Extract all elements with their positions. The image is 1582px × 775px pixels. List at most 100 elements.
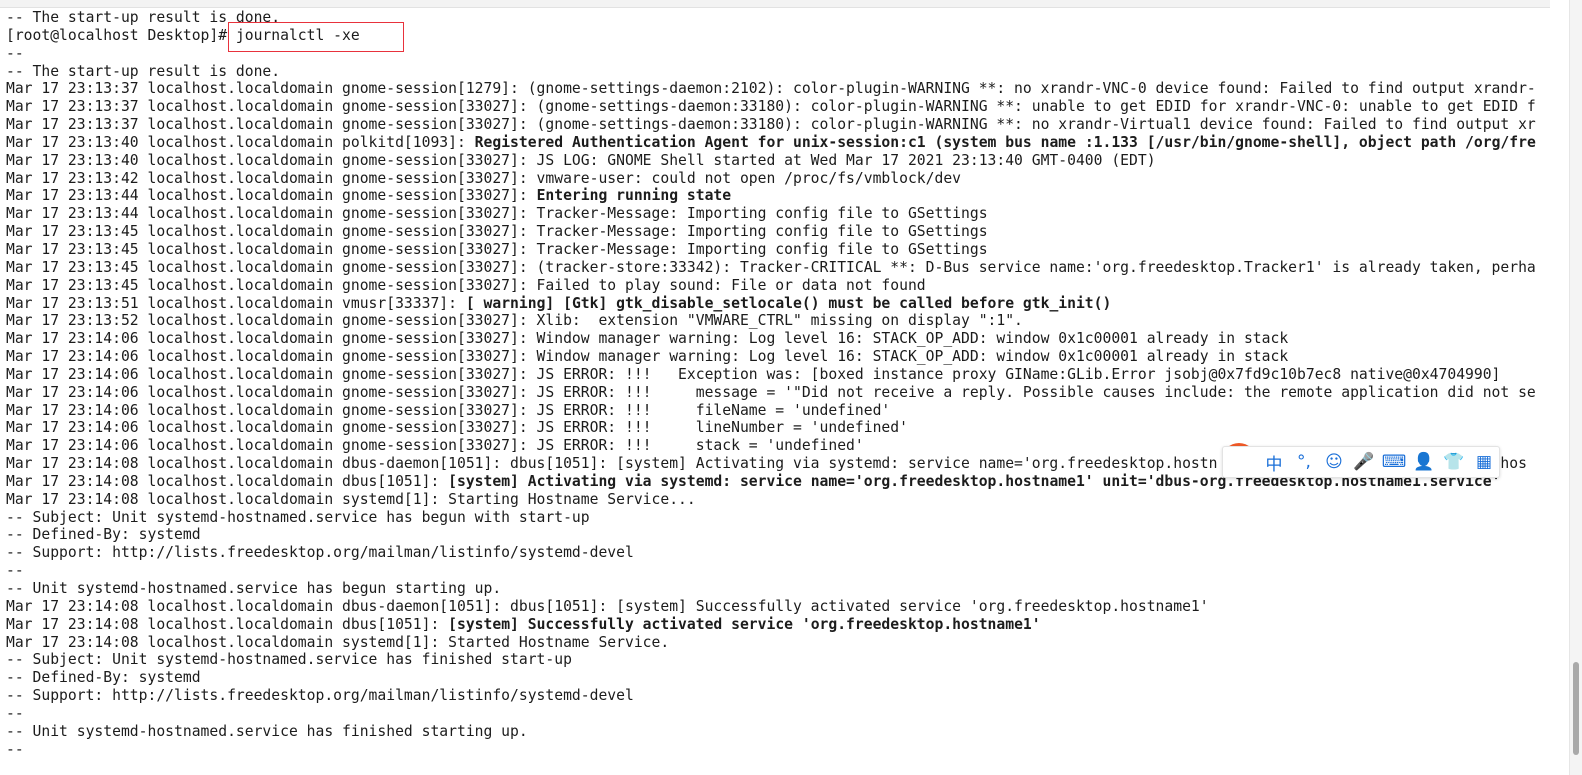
terminal-line-text: Mar 17 23:14:08 localhost.localdomain db… [6, 472, 449, 490]
terminal-line-text: -- Subject: Unit systemd-hostnamed.servi… [6, 651, 572, 669]
terminal-line: Mar 17 23:13:45 localhost.localdomain gn… [6, 241, 1554, 259]
user-icon: 👤 [1413, 452, 1435, 472]
terminal-line: Mar 17 23:14:06 localhost.localdomain gn… [6, 384, 1554, 402]
terminal-line: Mar 17 23:14:08 localhost.localdomain db… [6, 598, 1554, 616]
terminal-line-text: Mar 17 23:14:08 localhost.localdomain sy… [6, 633, 670, 651]
microphone-icon: 🎤 [1353, 452, 1375, 472]
terminal-line: -- Defined-By: systemd [6, 669, 1554, 687]
terminal-line: Mar 17 23:13:40 localhost.localdomain po… [6, 134, 1554, 152]
terminal-line-text: Mar 17 23:13:45 localhost.localdomain gn… [6, 258, 1536, 276]
terminal-line-text: -- Unit systemd-hostnamed.service has fi… [6, 722, 528, 740]
terminal-line-text: Mar 17 23:14:06 localhost.localdomain gn… [6, 419, 908, 437]
terminal-line: Mar 17 23:14:08 localhost.localdomain db… [6, 616, 1554, 634]
terminal-line: Mar 17 23:14:08 localhost.localdomain sy… [6, 634, 1554, 652]
terminal-line-text: Mar 17 23:14:08 localhost.localdomain db… [6, 597, 1209, 615]
terminal-line-text: -- [6, 562, 24, 580]
terminal-line: -- [6, 705, 1554, 723]
ime-logo-spacer [1223, 447, 1259, 477]
terminal-line: -- Subject: Unit systemd-hostnamed.servi… [6, 651, 1554, 669]
terminal-line: Mar 17 23:14:08 localhost.localdomain sy… [6, 491, 1554, 509]
terminal-line-text: Mar 17 23:14:08 localhost.localdomain db… [6, 615, 449, 633]
terminal-line: -- [6, 741, 1554, 759]
terminal-line: Mar 17 23:13:40 localhost.localdomain gn… [6, 152, 1554, 170]
keyboard-button[interactable]: ⌨ [1379, 447, 1409, 477]
terminal-line-text: -- The start-up result is done. [6, 62, 281, 80]
terminal-output[interactable]: -- The start-up result is done. [root@loc… [6, 9, 1554, 758]
terminal-line: Mar 17 23:13:37 localhost.localdomain gn… [6, 98, 1554, 116]
terminal-line-text: Mar 17 23:13:45 localhost.localdomain gn… [6, 223, 988, 241]
skin-button[interactable]: 👕 [1439, 447, 1469, 477]
terminal-line: -- The start-up result is done. [6, 9, 1554, 27]
emoji-button[interactable]: ☺ [1319, 447, 1349, 477]
terminal-line-text: Mar 17 23:13:51 localhost.localdomain vm… [6, 294, 466, 312]
vertical-scrollbar[interactable] [1569, 0, 1582, 775]
terminal-line-text: -- The start-up result is done. [6, 9, 281, 26]
terminal-line-text: -- Support: http://lists.freedesktop.org… [6, 544, 634, 562]
keyboard-icon: ⌨ [1381, 452, 1407, 472]
terminal-window[interactable]: -- The start-up result is done. [root@loc… [0, 0, 1582, 775]
terminal-top-edge [0, 0, 1550, 8]
terminal-line-text: Mar 17 23:13:45 localhost.localdomain gn… [6, 276, 926, 294]
terminal-line-text: Mar 17 23:14:06 localhost.localdomain gn… [6, 330, 1289, 348]
terminal-line-bold-text: [system] Successfully activated service … [448, 615, 1041, 633]
terminal-line: Mar 17 23:13:37 localhost.localdomain gn… [6, 116, 1554, 134]
terminal-line-text: -- Defined-By: systemd [6, 669, 201, 687]
terminal-line: Mar 17 23:14:06 localhost.localdomain gn… [6, 419, 1554, 437]
terminal-line: Mar 17 23:13:44 localhost.localdomain gn… [6, 187, 1554, 205]
terminal-line-text: Mar 17 23:14:06 localhost.localdomain gn… [6, 437, 864, 455]
shirt-icon: 👕 [1443, 452, 1465, 472]
punctuation-icon: °, [1297, 452, 1311, 472]
terminal-line-text: Mar 17 23:13:45 localhost.localdomain gn… [6, 240, 988, 258]
terminal-line-text: Mar 17 23:13:37 localhost.localdomain gn… [6, 80, 1536, 98]
terminal-line: Mar 17 23:13:51 localhost.localdomain vm… [6, 295, 1554, 313]
terminal-line-bold-text: Entering running state [536, 187, 732, 205]
terminal-line: Mar 17 23:13:45 localhost.localdomain gn… [6, 223, 1554, 241]
terminal-line-text: Mar 17 23:14:06 localhost.localdomain gn… [6, 401, 891, 419]
punctuation-button[interactable]: °, [1289, 447, 1319, 477]
account-button[interactable]: 👤 [1409, 447, 1439, 477]
terminal-line-text: Mar 17 23:13:42 localhost.localdomain gn… [6, 169, 962, 187]
scrollbar-thumb[interactable] [1573, 661, 1579, 755]
terminal-line: Mar 17 23:13:45 localhost.localdomain gn… [6, 259, 1554, 277]
chinese-mode-button[interactable]: 中 [1259, 447, 1289, 477]
terminal-line-text: -- Defined-By: systemd [6, 526, 201, 544]
terminal-line: Mar 17 23:13:52 localhost.localdomain gn… [6, 312, 1554, 330]
terminal-line: -- Defined-By: systemd [6, 526, 1554, 544]
terminal-line: Mar 17 23:14:06 localhost.localdomain gn… [6, 402, 1554, 420]
terminal-line: Mar 17 23:14:06 localhost.localdomain gn… [6, 348, 1554, 366]
terminal-line-text: -- Subject: Unit systemd-hostnamed.servi… [6, 508, 590, 526]
terminal-line-text: Mar 17 23:13:44 localhost.localdomain gn… [6, 205, 988, 223]
terminal-line-text: Mar 17 23:13:37 localhost.localdomain gn… [6, 116, 1536, 134]
terminal-line: -- Support: http://lists.freedesktop.org… [6, 687, 1554, 705]
terminal-line: -- [6, 45, 1554, 63]
terminal-line: -- The start-up result is done. [6, 63, 1554, 81]
terminal-line-text: -- [6, 740, 24, 758]
smiley-icon: ☺ [1325, 452, 1343, 472]
terminal-line: -- Support: http://lists.freedesktop.org… [6, 544, 1554, 562]
terminal-line-text: -- Support: http://lists.freedesktop.org… [6, 687, 634, 705]
terminal-line-text: Mar 17 23:13:40 localhost.localdomain gn… [6, 151, 1156, 169]
terminal-line: -- [6, 562, 1554, 580]
terminal-line-text: Mar 17 23:13:40 localhost.localdomain po… [6, 133, 475, 151]
terminal-line: -- Unit systemd-hostnamed.service has fi… [6, 723, 1554, 741]
terminal-line-text: Mar 17 23:13:37 localhost.localdomain gn… [6, 98, 1536, 116]
terminal-line-bold-text: [ warning] [Gtk] gtk_disable_setlocale()… [465, 294, 1112, 312]
terminal-line: Mar 17 23:13:37 localhost.localdomain gn… [6, 80, 1554, 98]
terminal-line-text: -- [6, 704, 24, 722]
terminal-line-text: Mar 17 23:14:06 localhost.localdomain gn… [6, 348, 1289, 366]
terminal-line-text: -- Unit systemd-hostnamed.service has be… [6, 580, 502, 597]
terminal-line-text: Mar 17 23:14:06 localhost.localdomain gn… [6, 383, 1536, 401]
terminal-line: Mar 17 23:13:44 localhost.localdomain gn… [6, 205, 1554, 223]
ime-toolbar: 中 °, ☺ 🎤 ⌨ 👤 👕 ▦ [1222, 446, 1500, 478]
terminal-line: Mar 17 23:13:45 localhost.localdomain gn… [6, 277, 1554, 295]
terminal-line: -- Subject: Unit systemd-hostnamed.servi… [6, 509, 1554, 527]
chinese-char-icon: 中 [1265, 454, 1283, 475]
voice-button[interactable]: 🎤 [1349, 447, 1379, 477]
terminal-line: Mar 17 23:13:42 localhost.localdomain gn… [6, 170, 1554, 188]
terminal-line: -- Unit systemd-hostnamed.service has be… [6, 580, 1554, 598]
terminal-line: Mar 17 23:14:06 localhost.localdomain gn… [6, 330, 1554, 348]
terminal-line-text: [root@localhost Desktop]# journalctl -xe [6, 26, 360, 44]
terminal-line-text: Mar 17 23:14:08 localhost.localdomain sy… [6, 490, 696, 508]
terminal-line: [root@localhost Desktop]# journalctl -xe [6, 27, 1554, 45]
toolbox-button[interactable]: ▦ [1469, 447, 1499, 477]
